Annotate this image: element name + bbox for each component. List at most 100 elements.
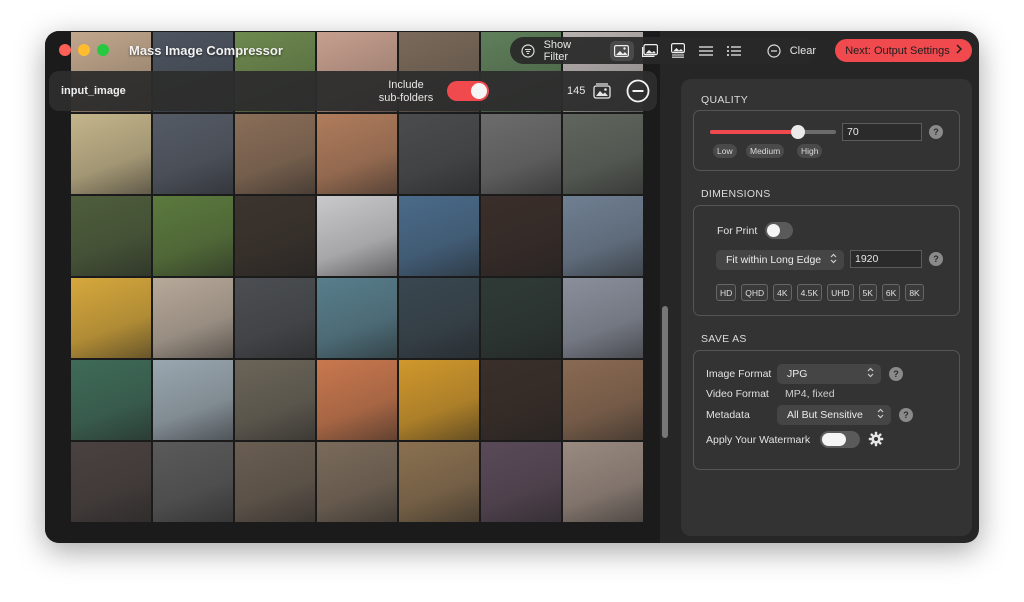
video-format-value: MP4, fixed [785, 388, 835, 400]
resolution-preset-button[interactable]: 5K [858, 284, 877, 301]
photo-thumbnail[interactable] [317, 114, 397, 194]
gear-icon[interactable] [868, 431, 884, 452]
quality-help-icon[interactable]: ? [929, 125, 943, 139]
view-modes [609, 37, 750, 64]
quality-preset-high[interactable]: High [797, 144, 823, 158]
scrollbar-track[interactable] [660, 31, 670, 543]
image-format-help-icon[interactable]: ? [889, 367, 903, 381]
quality-preset-low[interactable]: Low [713, 144, 737, 158]
resolution-preset-button[interactable]: 4.5K [796, 284, 823, 301]
photo-thumbnail[interactable] [481, 442, 561, 522]
include-subfolders-toggle[interactable] [447, 81, 489, 101]
dimensions-help-icon[interactable]: ? [929, 252, 943, 266]
photo-thumbnail[interactable] [71, 114, 151, 194]
photo-thumbnail[interactable] [399, 114, 479, 194]
input-folder-bar: input_image Include sub-folders 145 [49, 71, 657, 111]
photo-thumbnail[interactable] [399, 360, 479, 440]
photo-thumbnail[interactable] [153, 442, 233, 522]
photo-thumbnail[interactable] [563, 196, 643, 276]
photo-thumbnail[interactable] [235, 442, 315, 522]
photo-thumbnail[interactable] [153, 196, 233, 276]
chevron-updown-icon [877, 408, 884, 421]
photo-thumbnail[interactable] [153, 278, 233, 358]
resolution-preset-button[interactable]: QHD [741, 284, 769, 301]
photo-thumbnail[interactable] [481, 196, 561, 276]
chevron-updown-icon [830, 253, 837, 266]
quality-value-field[interactable]: 70 [842, 123, 922, 141]
toggle-knob [471, 83, 487, 99]
photo-thumbnail[interactable] [317, 196, 397, 276]
input-folder-name: input_image [61, 85, 126, 97]
photo-thumbnail[interactable] [481, 114, 561, 194]
photo-thumbnail[interactable] [71, 278, 151, 358]
photo-thumbnail[interactable] [153, 114, 233, 194]
photo-thumbnail[interactable] [399, 442, 479, 522]
resolution-presets: HD QHD 4K 4.5K UHD 5K 6K 8K [716, 284, 929, 301]
next-label: Next: Output Settings [845, 44, 950, 57]
photo-thumbnail[interactable] [71, 442, 151, 522]
resolution-preset-button[interactable]: 6K [881, 284, 901, 301]
image-format-select[interactable]: JPG [777, 364, 881, 384]
filter-icon [516, 41, 540, 61]
photo-thumbnail[interactable] [317, 360, 397, 440]
resolution-preset-button[interactable]: HD [716, 284, 737, 301]
photo-thumbnail[interactable] [317, 442, 397, 522]
clear-button[interactable]: Clear [762, 37, 816, 64]
list-icon[interactable] [694, 41, 718, 61]
photo-thumbnail[interactable] [235, 196, 315, 276]
photo-thumbnail[interactable] [563, 442, 643, 522]
watermark-toggle[interactable] [820, 431, 860, 448]
photo-thumbnail[interactable] [235, 360, 315, 440]
quality-box: 70 ? Low Medium High [693, 110, 960, 171]
photo-thumbnail[interactable] [235, 278, 315, 358]
toolbar: Show Filter Clear [510, 37, 816, 64]
scrollbar-thumb[interactable] [662, 306, 668, 438]
zoom-window-button[interactable] [97, 44, 109, 56]
photo-thumbnail[interactable] [563, 114, 643, 194]
save-as-box: Image Format JPG ? Video Format MP4, fix… [693, 350, 960, 470]
photo-thumbnail[interactable] [563, 278, 643, 358]
resolution-preset-button[interactable]: UHD [827, 284, 854, 301]
next-output-settings-button[interactable]: Next: Output Settings [835, 39, 972, 62]
image-icon[interactable] [609, 40, 634, 61]
photo-thumbnail[interactable] [481, 278, 561, 358]
metadata-value: All But Sensitive [787, 409, 863, 421]
toggle-knob [767, 224, 780, 237]
metadata-help-icon[interactable]: ? [899, 408, 913, 422]
app-title: Mass Image Compressor [129, 43, 283, 58]
photo-thumbnail[interactable] [563, 360, 643, 440]
photo-thumbnail[interactable] [71, 196, 151, 276]
resolution-preset-button[interactable]: 4K [773, 284, 792, 301]
title-bar: Mass Image Compressor Show Filter Clear … [45, 31, 979, 69]
photo-thumbnail[interactable] [399, 278, 479, 358]
show-filter-button[interactable]: Show Filter [516, 37, 598, 64]
photo-thumbnail[interactable] [71, 360, 151, 440]
quality-preset-medium[interactable]: Medium [746, 144, 785, 158]
dimensions-box: For Print Fit within Long Edge 1920 ? HD… [693, 205, 960, 316]
remove-folder-button[interactable] [626, 79, 650, 108]
dimension-mode-select[interactable]: Fit within Long Edge [716, 250, 844, 270]
close-window-button[interactable] [59, 44, 71, 56]
photo-thumbnail[interactable] [235, 114, 315, 194]
resolution-preset-button[interactable]: 8K [905, 284, 924, 301]
watermark-label: Apply Your Watermark [706, 434, 811, 446]
photo-thumbnail[interactable] [399, 196, 479, 276]
quality-section-label: QUALITY [701, 94, 749, 106]
toggle-knob [822, 433, 846, 446]
dimension-value-field[interactable]: 1920 [850, 250, 922, 268]
images-icon[interactable] [638, 41, 662, 61]
quality-slider-knob[interactable] [791, 125, 806, 139]
clear-label: Clear [789, 44, 816, 57]
metadata-select[interactable]: All But Sensitive [777, 405, 891, 425]
chevron-updown-icon [867, 367, 874, 380]
photo-thumbnail[interactable] [481, 360, 561, 440]
quality-slider[interactable] [710, 125, 836, 139]
minimize-window-button[interactable] [78, 44, 90, 56]
list-bullet-icon[interactable] [722, 41, 746, 61]
for-print-toggle[interactable] [765, 222, 793, 239]
photo-thumbnail[interactable] [153, 360, 233, 440]
image-detail-icon[interactable] [666, 41, 690, 61]
image-count: 145 [567, 85, 586, 97]
photo-thumbnail[interactable] [317, 278, 397, 358]
save-as-section-label: SAVE AS [701, 333, 747, 345]
